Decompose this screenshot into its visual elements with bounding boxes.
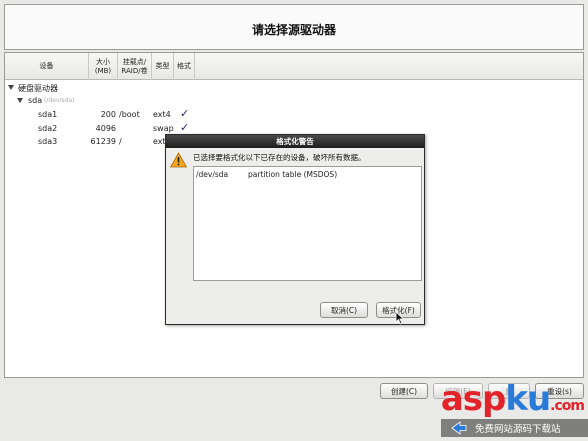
watermark-asp: asp (440, 379, 507, 419)
watermark-com: .com (550, 398, 585, 414)
triangle-down-icon[interactable] (17, 98, 23, 103)
column-header-size[interactable]: 大小 (MB) (89, 53, 118, 80)
arrow-left-icon (451, 421, 467, 435)
warning-icon (170, 152, 187, 168)
watermark-ku: ku (505, 379, 551, 419)
partition-mount: / (119, 137, 122, 146)
format-check-icon[interactable]: ✓ (180, 107, 189, 120)
partition-device: sda1 (38, 110, 58, 119)
mouse-pointer-icon (395, 311, 405, 325)
column-header-format[interactable]: 格式 (174, 53, 195, 80)
partition-size: 4096 (95, 124, 116, 133)
partition-mount: /boot (119, 110, 140, 119)
tree-row-sda[interactable]: sda (/dev/sda) (5, 95, 583, 108)
partition-type: swap (153, 124, 174, 133)
partition-device: sda3 (38, 137, 58, 146)
group-label: 硬盘驱动器 (18, 84, 58, 93)
format-warning-dialog: 格式化警告 已选择要格式化以下已存在的设备，破坏所有数据。 /dev/sda p… (165, 134, 425, 325)
table-row[interactable]: sda1 200 /boot ext4 ✓ (5, 107, 583, 122)
tree-row-hard-drives[interactable]: 硬盘驱动器 (5, 82, 583, 95)
dialog-message: 已选择要格式化以下已存在的设备，破坏所有数据。 (193, 153, 366, 162)
disk-path: (/dev/sda) (44, 97, 75, 104)
partition-size: 61239 (90, 137, 116, 146)
watermark-subtitle-text: 免费网站源码下载站 (475, 424, 561, 435)
partition-size: 200 (100, 110, 116, 119)
create-button[interactable]: 创建(C) (380, 383, 428, 399)
list-item-description: partition table (MSDOS) (248, 170, 338, 179)
device-list[interactable]: /dev/sda partition table (MSDOS) (193, 166, 422, 281)
table-header: 设备 大小 (MB) 挂载点/ RAID/卷 类型 格式 (5, 53, 583, 80)
partition-type: ext4 (153, 110, 171, 119)
disk-name: sda (28, 96, 43, 105)
page-title: 请选择源驱动器 (251, 23, 336, 37)
header: 请选择源驱动器 (4, 4, 584, 50)
list-item-device: /dev/sda (196, 170, 229, 179)
column-header-mount[interactable]: 挂载点/ RAID/卷 (118, 53, 152, 80)
partition-device: sda2 (38, 124, 58, 133)
cancel-button[interactable]: 取消(C) (320, 302, 368, 318)
column-header-type[interactable]: 类型 (152, 53, 174, 80)
watermark-logo: aspku.com (440, 379, 585, 423)
column-header-device[interactable]: 设备 (5, 53, 89, 80)
format-check-icon[interactable]: ✓ (180, 121, 189, 134)
triangle-down-icon[interactable] (8, 85, 14, 90)
dialog-title: 格式化警告 (166, 135, 424, 148)
partition-type: ext (153, 137, 166, 146)
